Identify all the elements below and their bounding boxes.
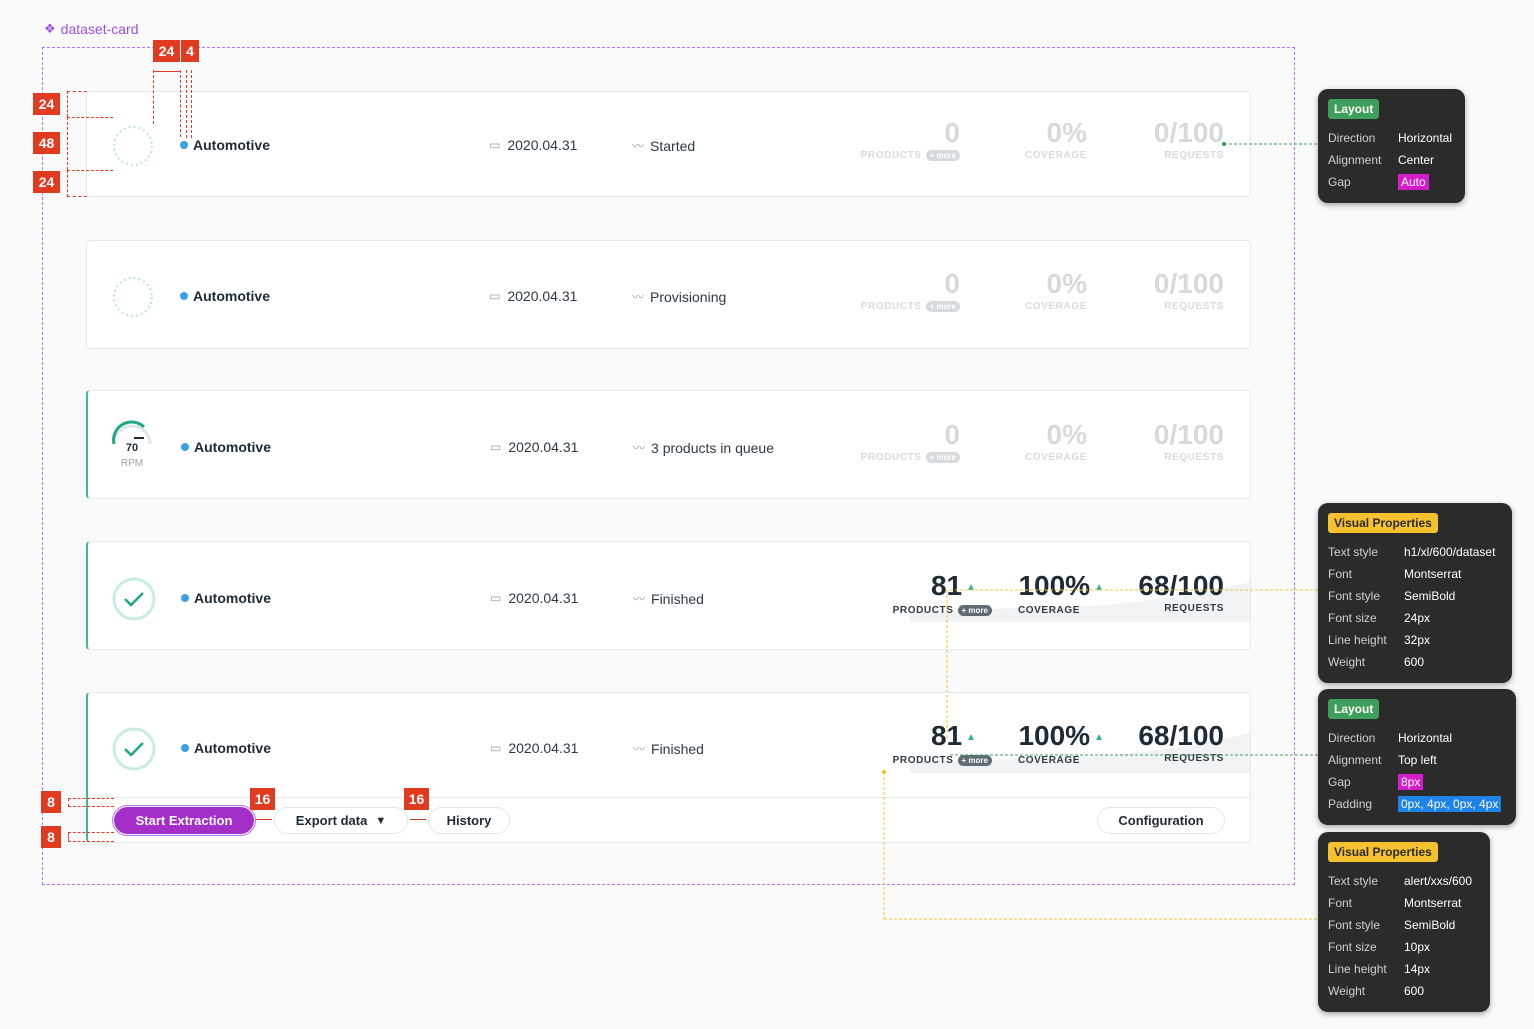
panel-title: Visual Properties [1328, 513, 1438, 533]
panel-title: Layout [1328, 699, 1380, 719]
visual-properties-panel-label: Visual Properties Text style alert/xxs/60… [1318, 832, 1490, 1012]
layout-panel-label: Layout Direction Horizontal Alignment Top … [1318, 689, 1516, 825]
panel-title: Visual Properties [1328, 842, 1438, 862]
connector-lines [882, 142, 1318, 920]
visual-properties-panel-metric: Visual Properties Text style h1/xl/600/da… [1318, 503, 1512, 683]
panel-title: Layout [1328, 99, 1380, 119]
layout-panel-row: Layout Direction Horizontal Alignment Cent… [1318, 89, 1465, 203]
